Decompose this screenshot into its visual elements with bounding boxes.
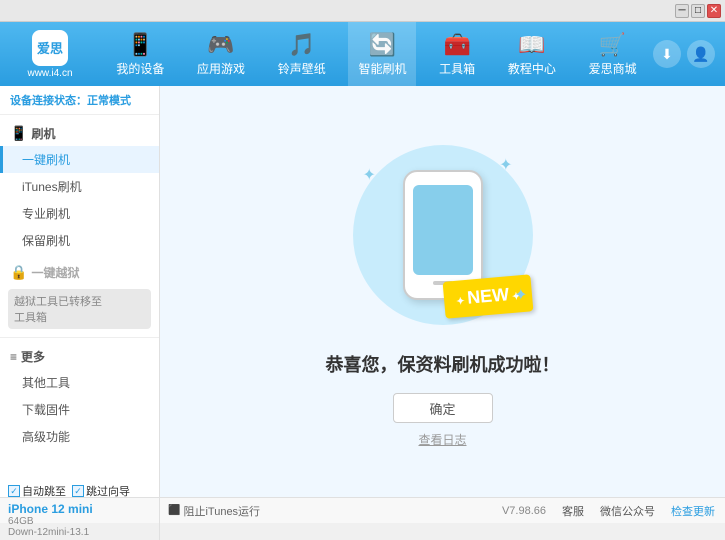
tutorials-icon: 📖 bbox=[518, 32, 545, 58]
title-bar: ─ □ ✕ bbox=[0, 0, 725, 22]
more-label: 更多 bbox=[21, 348, 45, 365]
status-value: 正常模式 bbox=[87, 95, 131, 107]
auto-jump-checkbox[interactable]: ✓ 自动跳至 bbox=[8, 483, 66, 499]
main: 设备连接状态：正常模式 📱 刷机 一键刷机 iTunes刷机 专业刷机 保留刷机… bbox=[0, 86, 725, 497]
bottom-content: ⬛ 阻止iTunes运行 bbox=[160, 503, 438, 519]
phone-illustration-wrapper: ✦ ✦ NEW ✦ bbox=[343, 135, 543, 335]
nav-taobao-label: 爱思商城 bbox=[589, 60, 637, 77]
nav-apps-games-label: 应用游戏 bbox=[197, 60, 245, 77]
sidebar-item-download-firmware[interactable]: 下载固件 bbox=[0, 396, 159, 423]
section-more-header: ≡ 更多 bbox=[0, 342, 159, 369]
nav-smart-flash[interactable]: 🔄 智能刷机 bbox=[348, 22, 416, 86]
section-flash-header: 📱 刷机 bbox=[0, 119, 159, 146]
smart-flash-icon: 🔄 bbox=[369, 32, 396, 58]
skip-wizard-label: 跳过向导 bbox=[86, 483, 130, 499]
sidebar-item-itunes-flash[interactable]: iTunes刷机 bbox=[0, 173, 159, 200]
skip-wizard-cb-icon: ✓ bbox=[72, 485, 84, 497]
sidebar-item-advanced[interactable]: 高级功能 bbox=[0, 423, 159, 450]
nav-ringtone-label: 铃声壁纸 bbox=[278, 60, 326, 77]
nav-my-device-label: 我的设备 bbox=[116, 60, 164, 77]
sidebar-item-save-flash[interactable]: 保留刷机 bbox=[0, 227, 159, 254]
sidebar-item-one-key-flash[interactable]: 一键刷机 bbox=[0, 146, 159, 173]
download-button[interactable]: ⬇ bbox=[653, 40, 681, 68]
ringtone-icon: 🎵 bbox=[288, 32, 315, 58]
bottom-right: V7.98.66 客服 微信公众号 检查更新 bbox=[438, 503, 725, 519]
apps-games-icon: 🎮 bbox=[207, 32, 234, 58]
status-label: 设备连接状态： bbox=[10, 95, 87, 107]
header: 爱思 www.i4.cn 📱 我的设备 🎮 应用游戏 🎵 铃声壁纸 🔄 智能刷机… bbox=[0, 22, 725, 86]
auto-jump-cb-icon: ✓ bbox=[8, 485, 20, 497]
nav-taobao[interactable]: 🛒 爱思商城 bbox=[579, 22, 647, 86]
user-button[interactable]: 👤 bbox=[687, 40, 715, 68]
sidebar: 设备连接状态：正常模式 📱 刷机 一键刷机 iTunes刷机 专业刷机 保留刷机… bbox=[0, 86, 160, 497]
flash-section-label: 刷机 bbox=[31, 125, 55, 142]
sparkle-br: ✦ bbox=[514, 285, 527, 305]
maximize-button[interactable]: □ bbox=[691, 4, 705, 18]
bottom-bar: ✓ 自动跳至 ✓ 跳过向导 iPhone 12 mini 64GB Down-1… bbox=[0, 497, 725, 523]
nav-smart-flash-label: 智能刷机 bbox=[358, 60, 406, 77]
nav-toolbox[interactable]: 🧰 工具箱 bbox=[429, 22, 485, 86]
nav-apps-games[interactable]: 🎮 应用游戏 bbox=[187, 22, 255, 86]
success-message: 恭喜您，保资料刷机成功啦！ bbox=[326, 351, 560, 377]
device-model: Down-12mini-13.1 bbox=[8, 527, 130, 538]
jailbreak-note: 越狱工具已转移至工具箱 bbox=[8, 289, 151, 329]
jailbreak-label: 一键越狱 bbox=[31, 264, 79, 281]
itunes-status: ⬛ 阻止iTunes运行 bbox=[160, 503, 260, 519]
check-update-link[interactable]: 检查更新 bbox=[671, 503, 715, 519]
close-button[interactable]: ✕ bbox=[707, 4, 721, 18]
bottom-left: ✓ 自动跳至 ✓ 跳过向导 iPhone 12 mini 64GB Down-1… bbox=[0, 481, 160, 540]
review-log-link[interactable]: 查看日志 bbox=[418, 431, 466, 448]
more-header-symbol: ≡ bbox=[10, 350, 17, 364]
jailbreak-note-text: 越狱工具已转移至工具箱 bbox=[14, 296, 102, 324]
sidebar-divider bbox=[0, 337, 159, 338]
nav-toolbox-label: 工具箱 bbox=[439, 60, 475, 77]
logo-icon: 爱思 bbox=[32, 30, 68, 66]
logo-url: www.i4.cn bbox=[27, 68, 72, 79]
nav-actions: ⬇ 👤 bbox=[653, 40, 725, 68]
nav-tutorials-label: 教程中心 bbox=[508, 60, 556, 77]
version-text: V7.98.66 bbox=[502, 505, 546, 517]
taobao-icon: 🛒 bbox=[599, 32, 626, 58]
nav-items: 📱 我的设备 🎮 应用游戏 🎵 铃声壁纸 🔄 智能刷机 🧰 工具箱 📖 教程中心… bbox=[100, 22, 653, 86]
skip-wizard-checkbox[interactable]: ✓ 跳过向导 bbox=[72, 483, 130, 499]
sidebar-item-pro-flash[interactable]: 专业刷机 bbox=[0, 200, 159, 227]
device-name: iPhone 12 mini bbox=[8, 502, 130, 516]
nav-tutorials[interactable]: 📖 教程中心 bbox=[498, 22, 566, 86]
jailbreak-icon: 🔒 bbox=[10, 264, 27, 281]
customer-service-link[interactable]: 客服 bbox=[562, 503, 584, 519]
minimize-button[interactable]: ─ bbox=[675, 4, 689, 18]
device-storage: 64GB bbox=[8, 516, 130, 527]
my-device-icon: 📱 bbox=[127, 32, 154, 58]
stop-icon: ⬛ bbox=[168, 505, 180, 516]
phone-screen bbox=[413, 185, 473, 275]
confirm-button[interactable]: 确定 bbox=[393, 393, 493, 423]
nav-my-device[interactable]: 📱 我的设备 bbox=[106, 22, 174, 86]
sparkle-tl: ✦ bbox=[363, 165, 376, 185]
device-info: iPhone 12 mini 64GB Down-12mini-13.1 bbox=[8, 502, 130, 538]
sidebar-status: 设备连接状态：正常模式 bbox=[0, 86, 159, 115]
flash-section-icon: 📱 bbox=[10, 125, 27, 142]
wechat-public-link[interactable]: 微信公众号 bbox=[600, 503, 655, 519]
section-jailbreak-header: 🔒 一键越狱 bbox=[0, 258, 159, 285]
itunes-label: 阻止iTunes运行 bbox=[183, 503, 260, 519]
sparkle-tr: ✦ bbox=[499, 155, 512, 175]
sidebar-item-other-tools[interactable]: 其他工具 bbox=[0, 369, 159, 396]
logo-area[interactable]: 爱思 www.i4.cn bbox=[0, 22, 100, 86]
auto-jump-label: 自动跳至 bbox=[22, 483, 66, 499]
toolbox-icon: 🧰 bbox=[443, 32, 470, 58]
content-area: ✦ ✦ NEW ✦ 恭喜您，保资料刷机成功啦！ 确定 查看日志 bbox=[160, 86, 725, 497]
nav-ringtone[interactable]: 🎵 铃声壁纸 bbox=[268, 22, 336, 86]
